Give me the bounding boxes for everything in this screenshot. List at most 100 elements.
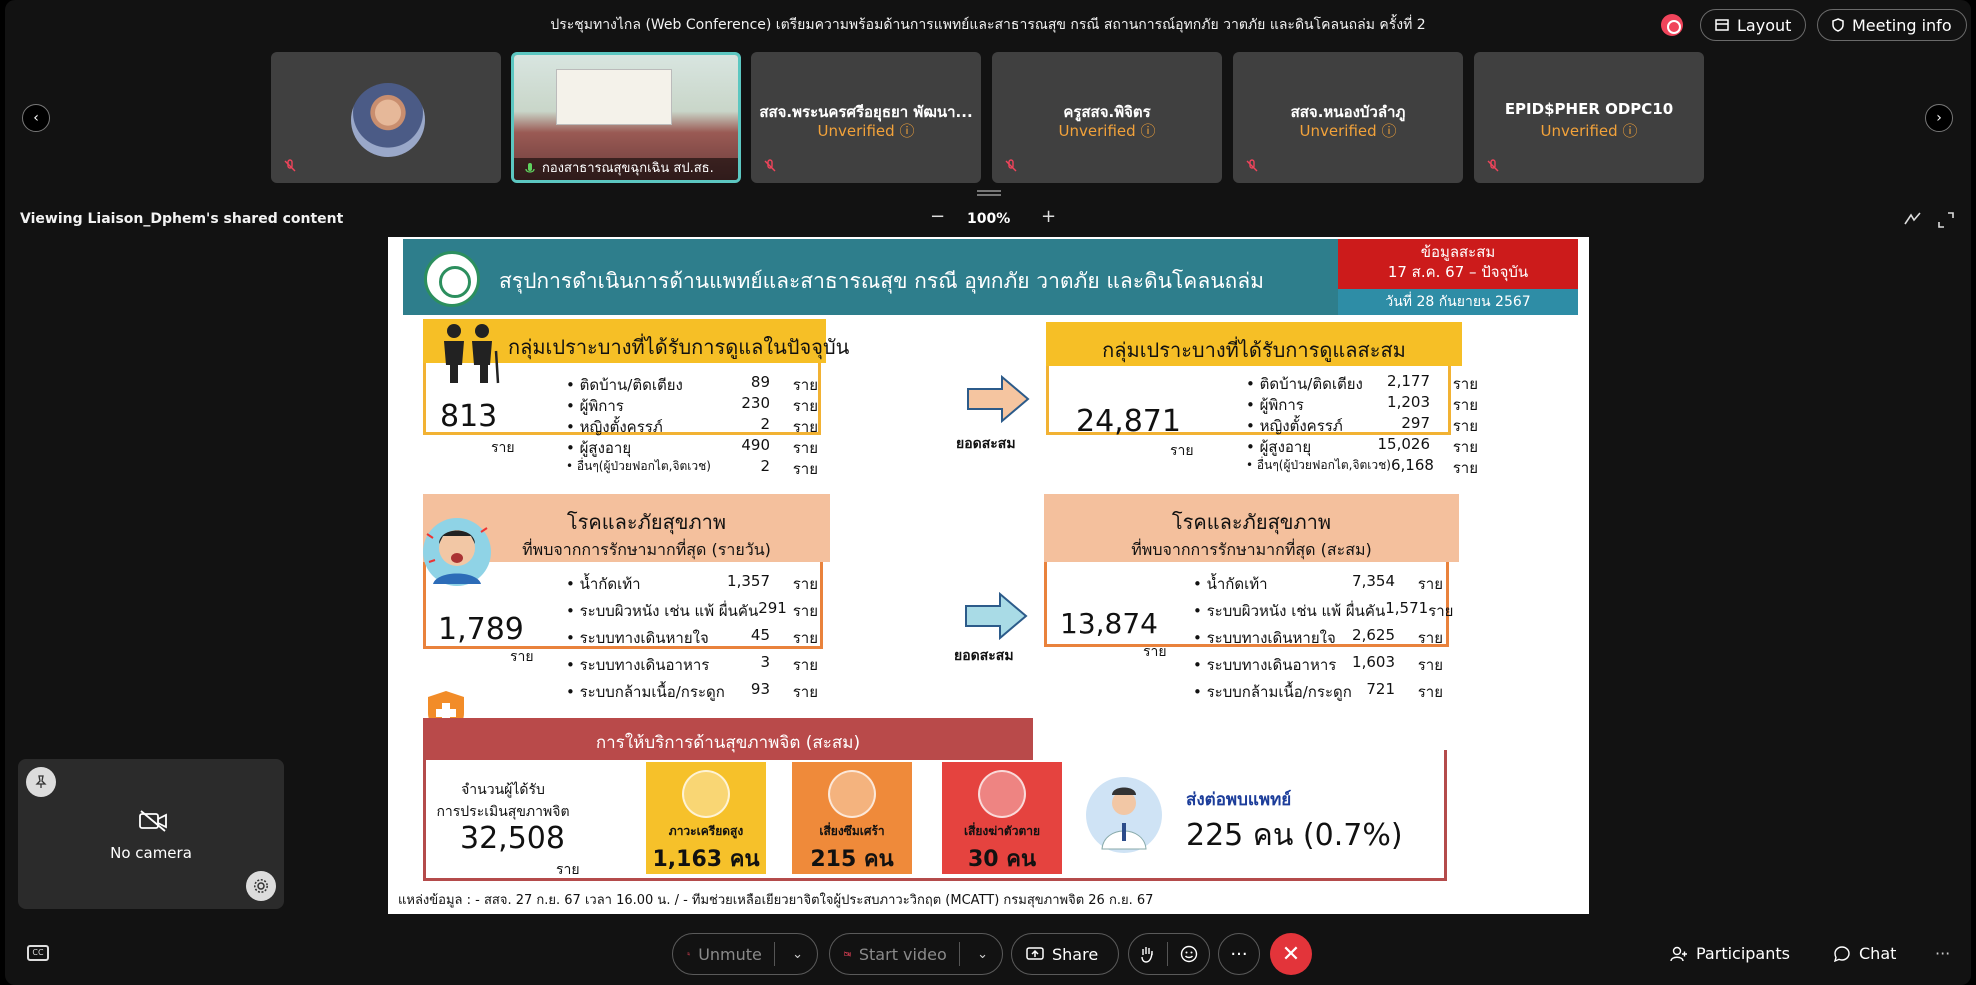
disease-today-subtitle: ที่พบจากการรักษามากที่สุด (รายวัน) <box>522 540 771 559</box>
emoji-icon[interactable] <box>1180 945 1198 963</box>
disease-cum-list: น้ำกัดเท้า7,354ราย ระบบผิวหนัง เช่น แพ้ … <box>1193 572 1454 707</box>
participant-name: กองสาธารณสุขฉุกเฉิน สป.สธ. <box>514 158 738 180</box>
participants-label: Participants <box>1696 944 1790 963</box>
list-item: หญิงตั้งครรภ์2ราย <box>566 415 818 436</box>
zoom-level: 100% <box>967 211 1011 227</box>
participant-tile[interactable]: สสจ.พระนครศรีอยุธยา พัฒนา... Unverified … <box>751 52 981 183</box>
strip-prev-button[interactable]: ‹ <box>22 104 50 132</box>
chevron-down-icon[interactable]: ⌄ <box>792 947 803 962</box>
sick-person-icon <box>423 518 491 586</box>
cumulative-line2: 17 ส.ค. 67 – ปัจจุบัน <box>1387 263 1529 281</box>
participant-tile[interactable]: ครูสสจ.พิจิตร Unverified ⓘ <box>992 52 1222 183</box>
fullscreen-icon[interactable] <box>1937 211 1955 229</box>
arrow-right-icon <box>967 375 1030 423</box>
dizzy-face-icon <box>978 770 1026 818</box>
chevron-left-icon: ‹ <box>33 110 39 126</box>
pin-button[interactable] <box>26 767 56 797</box>
vulnerable-cum-band: กลุ่มเปราะบางที่ได้รับการดูแลสะสม <box>1046 322 1462 366</box>
assessed-unit: ราย <box>556 862 580 878</box>
list-item: ระบบผิวหนัง เช่น แพ้ ผื่นคัน1,571ราย <box>1193 599 1454 626</box>
captions-button[interactable]: CC <box>27 945 49 961</box>
list-item: ระบบทางเดินอาหาร1,603ราย <box>1193 653 1443 680</box>
list-item: อื่นๆ(ผู้ป่วยฟอกไต,จิตเวช)2ราย <box>566 457 818 478</box>
suicide-risk-card: เสี่ยงฆ่าตัวตาย 30 คน <box>942 762 1062 874</box>
assessed-label: จำนวนผู้ได้รับ การประเมินสุขภาพจิต <box>436 782 570 820</box>
stressed-face-icon <box>682 770 730 818</box>
pin-icon <box>35 775 47 788</box>
list-item: ผู้พิการ230ราย <box>566 394 818 415</box>
share-screen-icon <box>1026 947 1044 960</box>
vulnerable-today-title: กลุ่มเปราะบางที่ได้รับการดูแลในปัจจุบัน <box>508 335 850 359</box>
disease-today-unit: ราย <box>510 649 534 665</box>
zoom-in-button[interactable]: + <box>1041 206 1056 227</box>
referral-label: ส่งต่อพบแพทย์ <box>1186 790 1292 810</box>
mic-off-icon <box>1005 159 1017 172</box>
elderly-people-icon <box>444 324 500 384</box>
resize-handle[interactable] <box>977 190 1001 196</box>
raise-hand-icon[interactable] <box>1139 945 1155 963</box>
layout-button[interactable]: Layout <box>1700 9 1807 41</box>
chat-icon <box>1833 945 1850 962</box>
viewing-label: Viewing Liaison_Dphem's shared content <box>20 211 344 227</box>
cumulative-arrow-label: ยอดสะสม <box>954 648 1014 664</box>
unmute-button[interactable]: Unmute ⌄ <box>672 933 818 975</box>
chevron-right-icon: › <box>1936 110 1942 126</box>
shield-icon <box>1832 18 1844 32</box>
referral-value: 225 คน (0.7%) <box>1186 818 1403 853</box>
share-button[interactable]: Share <box>1011 933 1119 975</box>
disease-cum-title: โรคและภัยสุขภาพ <box>1171 510 1332 534</box>
unmute-label: Unmute <box>698 944 762 964</box>
shared-slide: สรุปการดำเนินการด้านแพทย์และสาธารณสุข กร… <box>388 237 1589 914</box>
vulnerable-cum-title: กลุ่มเปราะบางที่ได้รับการดูแลสะสม <box>1102 338 1406 362</box>
cumulative-line1: ข้อมูลสะสม <box>1420 243 1496 261</box>
ministry-logo-icon <box>424 251 480 307</box>
start-video-button[interactable]: Start video ⌄ <box>829 933 1003 975</box>
info-icon: ⓘ <box>899 122 915 140</box>
start-video-label: Start video <box>858 944 947 964</box>
recording-icon[interactable] <box>1661 14 1683 36</box>
disease-today-total: 1,789 <box>438 612 524 647</box>
layout-icon <box>1715 19 1729 31</box>
mic-off-icon <box>1487 159 1499 172</box>
list-item: ระบบทางเดินหายใจ2,625ราย <box>1193 626 1443 653</box>
participant-tile-active[interactable]: กองสาธารณสุขฉุกเฉิน สป.สธ. <box>511 52 741 183</box>
vulnerable-cum-list: ติดบ้าน/ติดเตียง2,177ราย ผู้พิการ1,203รา… <box>1246 372 1478 477</box>
camera-off-icon <box>139 810 167 832</box>
mic-off-icon <box>1246 159 1258 172</box>
list-item: ระบบกล้ามเนื้อ/กระดูก93ราย <box>566 680 818 707</box>
list-item: ติดบ้าน/ติดเตียง89ราย <box>566 373 818 394</box>
sad-face-icon <box>828 770 876 818</box>
participant-tile[interactable]: สสจ.หนองบัวลำภู Unverified ⓘ <box>1233 52 1463 183</box>
participant-status: Unverified ⓘ <box>1540 122 1638 140</box>
gear-icon <box>254 879 268 893</box>
depression-card: เสี่ยงซึมเศร้า 215 คน <box>792 762 912 874</box>
zoom-out-button[interactable]: − <box>930 206 945 227</box>
self-view-settings-button[interactable] <box>246 871 276 901</box>
mic-off-icon <box>764 159 776 172</box>
toolbar-overflow-button[interactable]: ··· <box>1935 944 1950 963</box>
list-item: น้ำกัดเท้า1,357ราย <box>566 572 818 599</box>
vulnerable-cum-unit: ราย <box>1170 443 1194 459</box>
annotate-icon[interactable] <box>1903 211 1923 227</box>
chevron-down-icon[interactable]: ⌄ <box>977 947 988 962</box>
strip-next-button[interactable]: › <box>1925 104 1953 132</box>
leave-meeting-button[interactable]: ✕ <box>1270 933 1312 975</box>
mic-on-icon <box>525 163 535 173</box>
meeting-info-button[interactable]: Meeting info <box>1817 9 1967 41</box>
participant-tile[interactable]: EPID$PHER ODPC10 Unverified ⓘ <box>1474 52 1704 183</box>
list-item: ระบบทางเดินหายใจ45ราย <box>566 626 818 653</box>
list-item: น้ำกัดเท้า7,354ราย <box>1193 572 1443 599</box>
vulnerable-today-total: 813 <box>440 399 498 434</box>
arrow-right-icon <box>965 592 1028 640</box>
assessed-total: 32,508 <box>460 821 565 856</box>
share-label: Share <box>1052 944 1099 964</box>
more-options-button[interactable]: ··· <box>1218 933 1260 975</box>
meeting-info-label: Meeting info <box>1852 15 1952 35</box>
reactions-group <box>1128 933 1210 975</box>
chat-button[interactable]: Chat <box>1833 944 1896 963</box>
mic-off-icon <box>284 159 296 172</box>
mic-off-icon <box>687 952 691 956</box>
participants-button[interactable]: Participants <box>1670 944 1790 963</box>
disease-today-list: น้ำกัดเท้า1,357ราย ระบบผิวหนัง เช่น แพ้ … <box>566 572 818 707</box>
participant-tile[interactable] <box>271 52 501 183</box>
